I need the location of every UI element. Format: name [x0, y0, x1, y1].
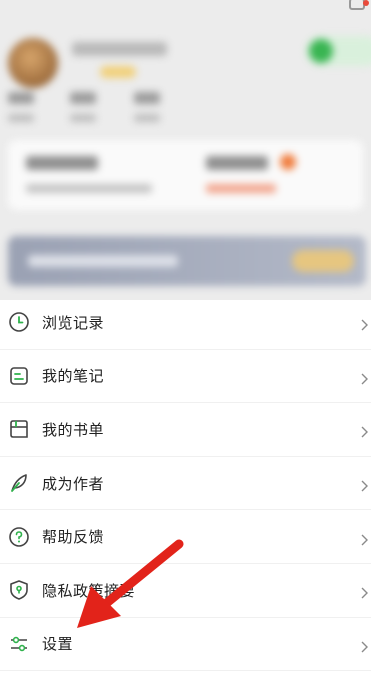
username-blurred — [72, 42, 167, 56]
blurred-profile-area — [0, 0, 371, 300]
clock-icon — [8, 311, 30, 333]
chevron-right-icon — [359, 531, 369, 546]
profile-header — [0, 0, 371, 300]
menu-item-label: 设置 — [42, 635, 74, 654]
checkin-button[interactable] — [306, 36, 371, 66]
note-icon — [8, 365, 30, 387]
vip-banner-button[interactable] — [292, 250, 354, 272]
level-badge-blurred — [100, 66, 136, 78]
checkin-icon — [309, 39, 333, 63]
avatar[interactable] — [8, 38, 58, 88]
feather-icon — [8, 472, 30, 494]
menu-item-label: 我的笔记 — [42, 367, 105, 386]
help-icon — [8, 526, 30, 548]
menu-item-notes[interactable]: 我的笔记 — [0, 350, 371, 404]
menu-item-label: 隐私政策摘要 — [42, 581, 136, 600]
menu-item-label: 成为作者 — [42, 474, 105, 493]
menu-item-help-feedback[interactable]: 帮助反馈 — [0, 510, 371, 564]
stat-likes[interactable] — [134, 92, 160, 122]
menu-list: 浏览记录 我的笔记 我的书单 成为作者 帮助反馈 隐私政策摘要 设置 — [0, 296, 371, 672]
account-card[interactable] — [8, 140, 363, 210]
menu-item-label: 帮助反馈 — [42, 528, 105, 547]
chevron-right-icon — [359, 584, 369, 599]
stat-followers[interactable] — [8, 92, 34, 122]
chevron-right-icon — [359, 477, 369, 492]
menu-item-become-author[interactable]: 成为作者 — [0, 457, 371, 511]
stat-following[interactable] — [70, 92, 96, 122]
menu-item-privacy-policy[interactable]: 隐私政策摘要 — [0, 564, 371, 618]
vip-banner[interactable] — [8, 236, 366, 286]
chevron-right-icon — [359, 370, 369, 385]
menu-item-history[interactable]: 浏览记录 — [0, 296, 371, 350]
chevron-right-icon — [359, 423, 369, 438]
settings-sliders-icon — [8, 633, 30, 655]
menu-item-label: 浏览记录 — [42, 313, 105, 332]
menu-item-booklist[interactable]: 我的书单 — [0, 403, 371, 457]
menu-item-settings[interactable]: 设置 — [0, 618, 371, 672]
booklist-icon — [8, 418, 30, 440]
shield-icon — [8, 579, 30, 601]
notification-dot — [363, 0, 369, 6]
chevron-right-icon — [359, 638, 369, 653]
menu-item-label: 我的书单 — [42, 420, 105, 439]
chevron-right-icon — [359, 316, 369, 331]
